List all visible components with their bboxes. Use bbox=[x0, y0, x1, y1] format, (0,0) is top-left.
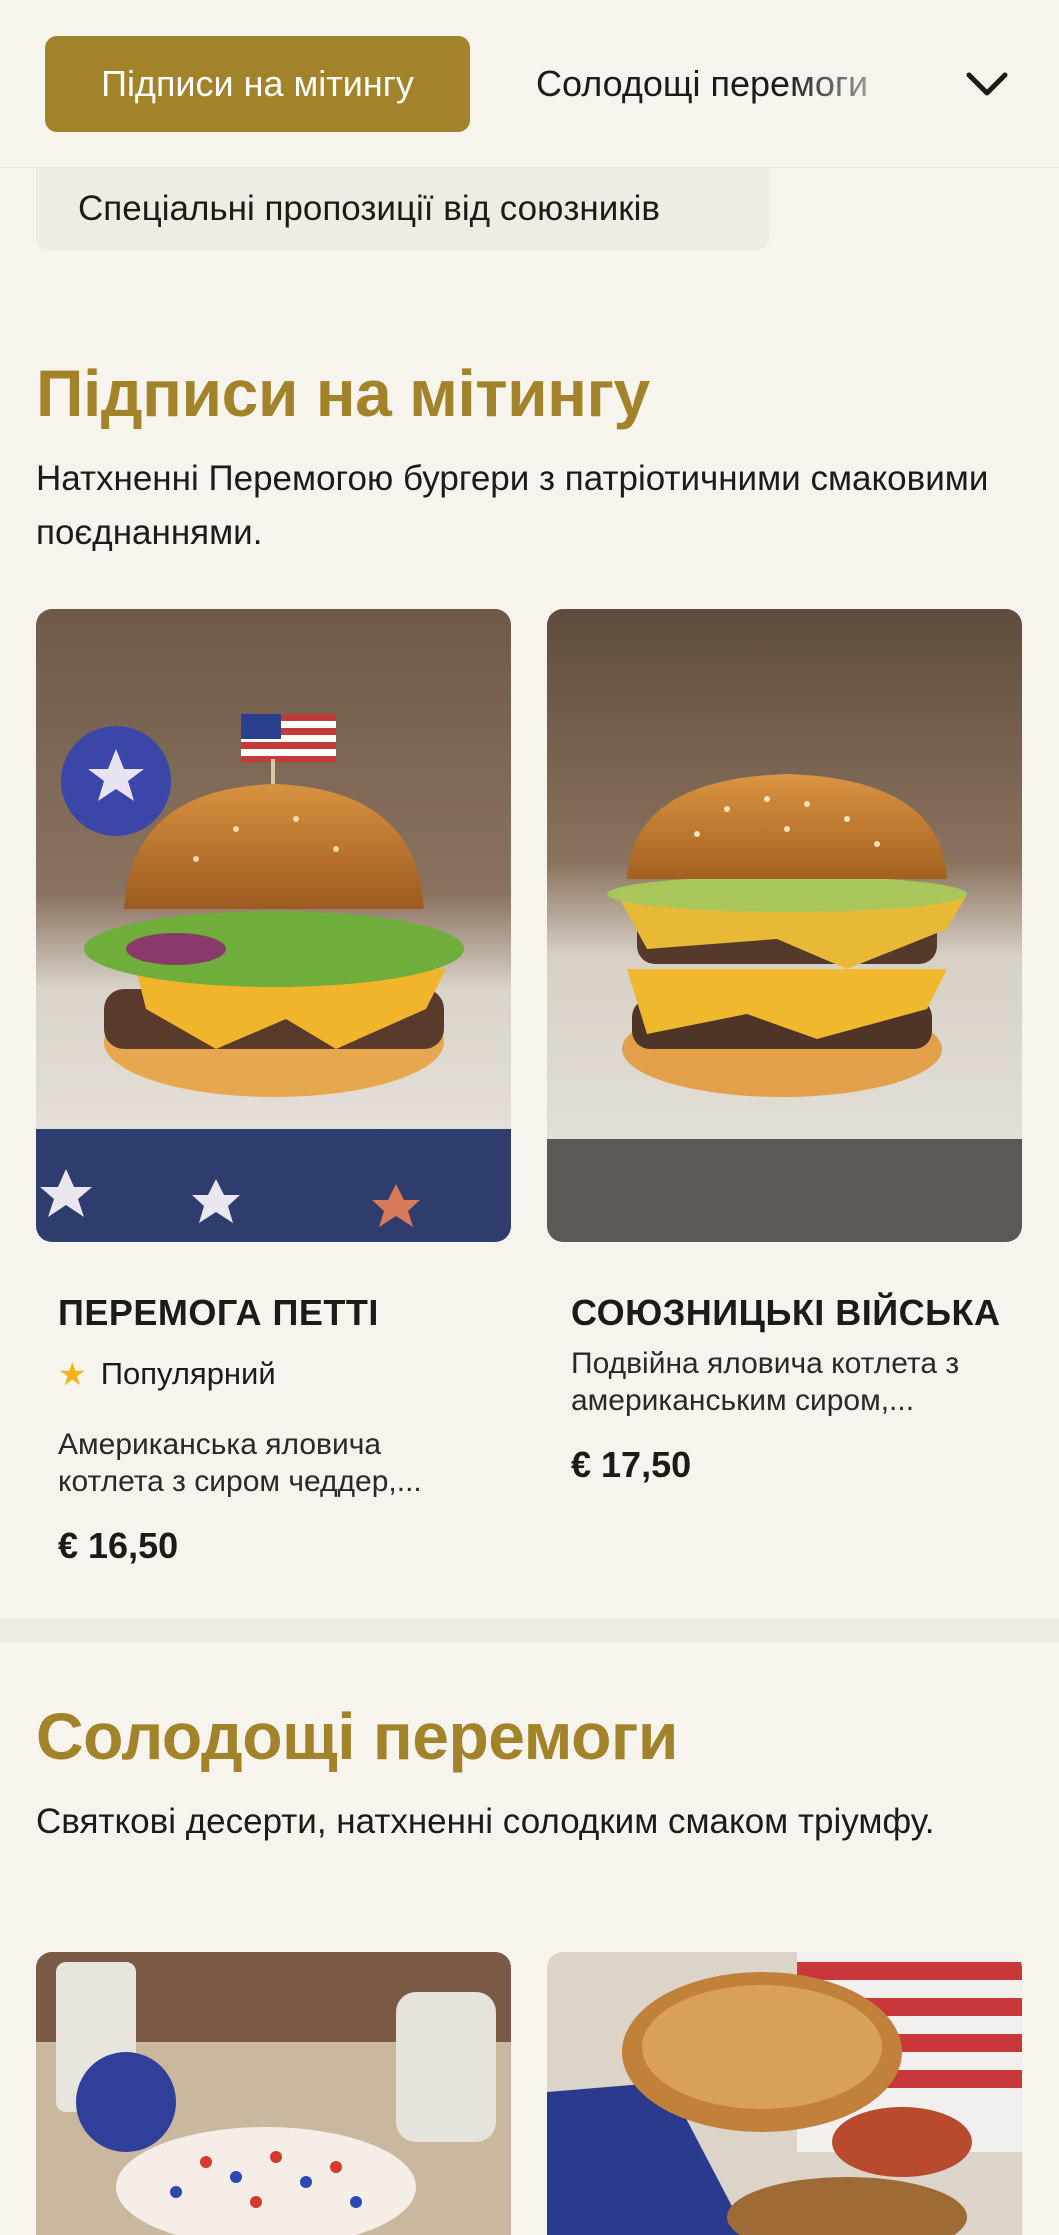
burger-image-victory-patty[interactable] bbox=[36, 609, 511, 1242]
item-name[interactable]: ПЕРЕМОГА ПЕТТІ bbox=[58, 1292, 379, 1334]
section-description-victory-sweets: Святкові десерти, натхненні солодким сма… bbox=[36, 1802, 935, 1841]
section-title-rally-signatures: Підписи на мітингу bbox=[36, 356, 650, 430]
chevron-down-icon[interactable] bbox=[960, 60, 1014, 108]
section-description-rally-signatures: Натхненні Перемогою бургери з патріотичн… bbox=[36, 459, 989, 552]
dessert-image-cake[interactable] bbox=[36, 1952, 511, 2235]
burger-image-allied-troops[interactable] bbox=[547, 609, 1022, 1242]
section-title-victory-sweets: Солодощі перемоги bbox=[36, 1699, 678, 1773]
category-nav: Підписи на мітингу Солодощі перемоги bbox=[0, 0, 1059, 168]
star-icon: ★ bbox=[58, 1356, 87, 1392]
popular-badge: ★ Популярний bbox=[58, 1355, 276, 1393]
category-tab-allied-specials[interactable]: Спеціальні пропозиції від союзників bbox=[36, 168, 769, 250]
section-divider bbox=[0, 1618, 1059, 1642]
item-price: € 16,50 bbox=[58, 1525, 179, 1566]
category-tab-rally-signatures[interactable]: Підписи на мітингу bbox=[45, 36, 470, 132]
popular-badge-label: Популярний bbox=[100, 1356, 276, 1391]
category-tab-victory-sweets[interactable]: Солодощі перемоги bbox=[536, 36, 901, 132]
item-description: Подвійна яловича котлета з американським… bbox=[571, 1347, 960, 1417]
item-price: € 17,50 bbox=[571, 1444, 692, 1485]
dessert-image-pie[interactable] bbox=[547, 1952, 1022, 2235]
item-name[interactable]: СОЮЗНИЦЬКІ ВІЙСЬКА bbox=[571, 1292, 1001, 1334]
item-description: Американська яловича котлета з сиром чед… bbox=[58, 1428, 422, 1498]
